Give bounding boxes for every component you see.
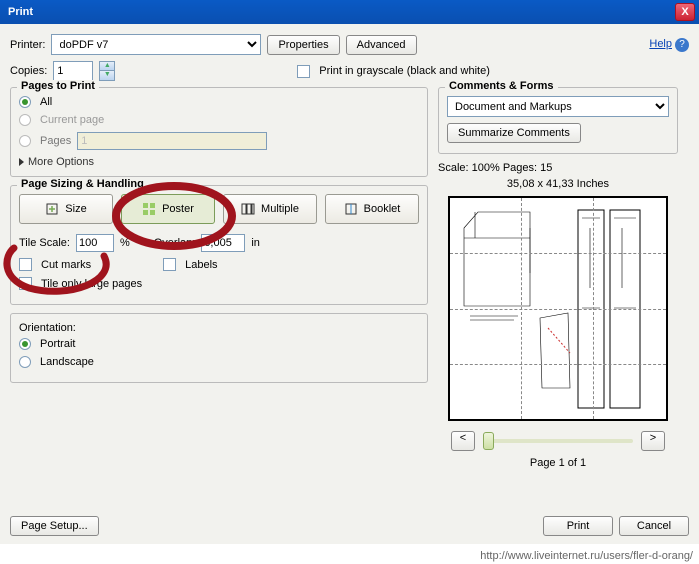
booklet-button[interactable]: Booklet xyxy=(325,194,419,224)
dimensions-label: 35,08 x 41,33 Inches xyxy=(438,178,678,190)
radio-pages xyxy=(19,135,31,147)
pages-to-print-group: Pages to Print All Current page Pages Mo… xyxy=(10,87,428,177)
zoom-slider[interactable] xyxy=(483,439,633,443)
print-button[interactable]: Print xyxy=(543,516,613,536)
orientation-label: Orientation: xyxy=(19,322,419,334)
help-icon: ? xyxy=(675,38,689,52)
sizing-group: Page Sizing & Handling Size Poster Multi… xyxy=(10,185,428,305)
grayscale-label: Print in grayscale (black and white) xyxy=(319,65,490,77)
grayscale-checkbox[interactable] xyxy=(297,65,310,78)
window-title: Print xyxy=(4,6,675,18)
radio-current xyxy=(19,114,31,126)
printer-label: Printer: xyxy=(10,39,45,51)
triangle-icon xyxy=(19,158,24,166)
poster-button[interactable]: Poster xyxy=(121,194,215,224)
comments-select[interactable]: Document and Markups xyxy=(447,96,669,117)
pages-input[interactable] xyxy=(77,132,267,150)
summarize-button[interactable]: Summarize Comments xyxy=(447,123,581,143)
overlap-label: Overlap: xyxy=(154,237,196,249)
more-options[interactable]: More Options xyxy=(19,156,419,168)
page-setup-button[interactable]: Page Setup... xyxy=(10,516,99,536)
printer-select[interactable]: doPDF v7 xyxy=(51,34,261,55)
preview-pane xyxy=(448,196,668,421)
tileonly-checkbox[interactable] xyxy=(19,277,32,290)
copies-input[interactable] xyxy=(53,61,93,81)
next-page-button[interactable]: > xyxy=(641,431,665,451)
cutmarks-checkbox[interactable] xyxy=(19,258,32,271)
source-url: http://www.liveinternet.ru/users/fler-d-… xyxy=(480,550,693,562)
scale-info: Scale: 100% Pages: 15 xyxy=(438,162,678,174)
pages-legend: Pages to Print xyxy=(17,80,99,92)
tile-scale-input[interactable] xyxy=(76,234,114,252)
advanced-button[interactable]: Advanced xyxy=(346,35,417,55)
cancel-button[interactable]: Cancel xyxy=(619,516,689,536)
page-indicator: Page 1 of 1 xyxy=(438,457,678,469)
copies-spinner[interactable]: ▲▼ xyxy=(99,61,115,81)
size-button[interactable]: Size xyxy=(19,194,113,224)
radio-landscape[interactable] xyxy=(19,356,31,368)
comments-legend: Comments & Forms xyxy=(445,80,558,92)
help-link[interactable]: Help? xyxy=(649,38,689,52)
preview-drawing xyxy=(450,198,670,423)
titlebar: Print X xyxy=(0,0,699,24)
copies-label: Copies: xyxy=(10,65,47,77)
prev-page-button[interactable]: < xyxy=(451,431,475,451)
radio-portrait[interactable] xyxy=(19,338,31,350)
tile-scale-label: Tile Scale: xyxy=(19,237,70,249)
radio-all[interactable] xyxy=(19,96,31,108)
close-button[interactable]: X xyxy=(675,3,695,21)
multiple-button[interactable]: Multiple xyxy=(223,194,317,224)
labels-checkbox[interactable] xyxy=(163,258,176,271)
sizing-legend: Page Sizing & Handling xyxy=(17,178,148,190)
dialog-content: Printer: doPDF v7 Properties Advanced He… xyxy=(0,24,699,544)
orientation-group: Orientation: Portrait Landscape xyxy=(10,313,428,383)
comments-group: Comments & Forms Document and Markups Su… xyxy=(438,87,678,154)
overlap-input[interactable] xyxy=(201,234,245,252)
properties-button[interactable]: Properties xyxy=(267,35,339,55)
